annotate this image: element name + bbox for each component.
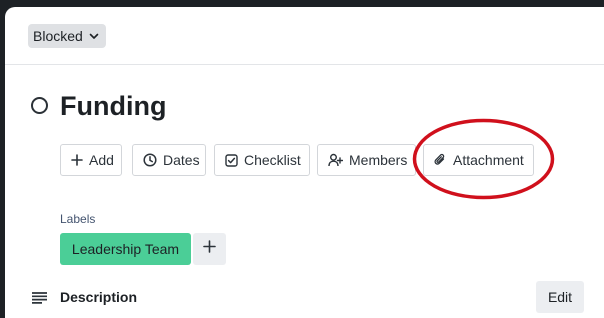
checklist-button[interactable]: Checklist	[214, 144, 310, 176]
dates-button[interactable]: Dates	[132, 144, 206, 176]
labels-caption: Labels	[60, 212, 96, 226]
mark-complete-toggle[interactable]	[31, 97, 48, 114]
checklist-button-label: Checklist	[244, 152, 301, 168]
chevron-down-icon	[88, 30, 100, 42]
members-button-label: Members	[349, 152, 408, 168]
clock-icon	[143, 153, 157, 167]
attachment-button[interactable]: Attachment	[423, 144, 534, 176]
attachment-button-label: Attachment	[453, 152, 524, 168]
edit-description-button[interactable]: Edit	[536, 281, 584, 313]
plus-icon	[203, 240, 216, 258]
members-button[interactable]: Members	[317, 144, 416, 176]
label-chip[interactable]: Leadership Team	[60, 233, 191, 265]
paperclip-icon	[434, 153, 447, 167]
description-icon	[32, 291, 47, 309]
card-header: Blocked	[5, 7, 604, 65]
description-heading: Description	[60, 289, 138, 305]
add-button[interactable]: Add	[60, 144, 122, 176]
card-title[interactable]: Funding	[60, 90, 166, 122]
status-label: Blocked	[33, 28, 83, 44]
card-detail-panel: Blocked Funding Add Dates Checklist Memb…	[5, 7, 604, 318]
checkbox-icon	[225, 153, 238, 167]
add-button-label: Add	[89, 152, 114, 168]
status-dropdown[interactable]: Blocked	[28, 24, 106, 48]
dates-button-label: Dates	[163, 152, 200, 168]
plus-icon	[71, 154, 83, 166]
add-label-button[interactable]	[193, 233, 226, 265]
add-member-icon	[328, 153, 343, 167]
